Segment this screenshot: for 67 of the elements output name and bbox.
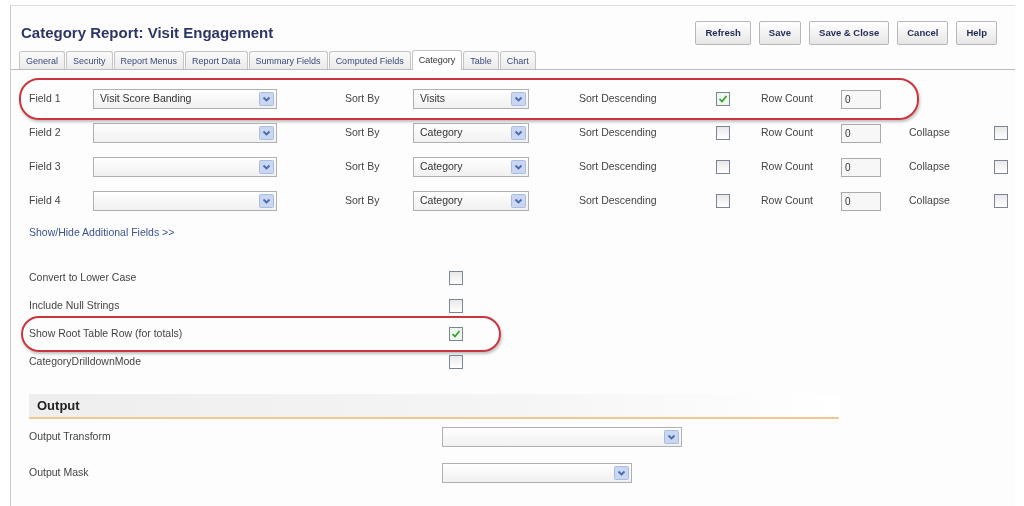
field-label: Sort By: [345, 193, 381, 209]
tab[interactable]: Chart: [499, 51, 536, 69]
show-hide-link[interactable]: Show/Hide Additional Fields >>: [29, 226, 175, 238]
checkbox[interactable]: [449, 327, 463, 341]
checkbox[interactable]: [716, 92, 730, 106]
tab[interactable]: Summary Fields: [248, 51, 328, 69]
checkbox[interactable]: [716, 160, 730, 174]
checkbox[interactable]: [716, 194, 730, 208]
field-label: Collapse: [909, 159, 951, 175]
input-field[interactable]: 0: [841, 157, 881, 177]
dropdown-field[interactable]: Category: [413, 157, 529, 177]
checkbox[interactable]: [994, 160, 1008, 174]
checkbox[interactable]: [994, 194, 1008, 208]
toolbar-button[interactable]: Help: [956, 21, 997, 45]
dropdown-field[interactable]: Category: [413, 191, 529, 211]
checkbox[interactable]: [716, 126, 730, 140]
field-label: Output Transform: [29, 428, 112, 444]
field-label: Field 2: [29, 125, 62, 141]
dropdown-field[interactable]: Category: [413, 123, 529, 143]
field-label: Output Mask: [29, 464, 90, 480]
input-field[interactable]: 0: [841, 191, 881, 211]
option-label: Convert to Lower Case: [29, 270, 138, 286]
field-label: Row Count: [761, 125, 814, 141]
checkbox[interactable]: [994, 126, 1008, 140]
dropdown-field[interactable]: Visits: [413, 89, 529, 109]
dropdown-field[interactable]: [93, 157, 277, 177]
option-label: Show Root Table Row (for totals): [29, 326, 184, 342]
field-label: Row Count: [761, 91, 814, 107]
field-label: Sort By: [345, 125, 381, 141]
field-label: Field 4: [29, 193, 62, 209]
section-header: Output: [29, 394, 839, 419]
toolbar-button[interactable]: Refresh: [695, 21, 751, 45]
option-label: Include Null Strings: [29, 298, 121, 314]
dropdown-field[interactable]: [442, 462, 632, 483]
dropdown-field[interactable]: Visit Score Banding: [93, 89, 277, 109]
field-label: Row Count: [761, 193, 814, 209]
tab[interactable]: General: [19, 51, 66, 69]
option-label: CategoryDrilldownMode: [29, 354, 143, 370]
dropdown-field[interactable]: [442, 426, 682, 447]
checkbox[interactable]: [449, 271, 463, 285]
tab[interactable]: Report Menus: [113, 51, 185, 69]
field-label: Collapse: [909, 193, 951, 209]
tab[interactable]: Security: [66, 51, 113, 69]
field-label: Sort Descending: [579, 193, 658, 209]
toolbar-button[interactable]: Save: [758, 21, 802, 45]
field-label: Sort Descending: [579, 91, 658, 107]
field-label: Sort By: [345, 159, 381, 175]
field-label: Field 3: [29, 159, 62, 175]
tab[interactable]: Table: [463, 51, 499, 69]
checkbox[interactable]: [449, 355, 463, 369]
field-label: Row Count: [761, 159, 814, 175]
checkbox[interactable]: [449, 299, 463, 313]
field-label: Collapse: [909, 125, 951, 141]
field-label: Sort Descending: [579, 125, 658, 141]
input-field[interactable]: 0: [841, 89, 881, 109]
toolbar-button[interactable]: Save & Close: [809, 21, 890, 45]
dropdown-field[interactable]: [93, 123, 277, 143]
field-label: Sort Descending: [579, 159, 658, 175]
toolbar-button[interactable]: Cancel: [897, 21, 949, 45]
dropdown-field[interactable]: [93, 191, 277, 211]
field-label: Field 1: [29, 91, 62, 107]
tab[interactable]: Computed Fields: [328, 51, 411, 69]
window-title: Category Report: Visit Engagement: [21, 22, 274, 43]
input-field[interactable]: 0: [841, 123, 881, 143]
field-label: Sort By: [345, 91, 381, 107]
tab[interactable]: Category: [411, 50, 463, 70]
tab[interactable]: Report Data: [185, 51, 248, 69]
